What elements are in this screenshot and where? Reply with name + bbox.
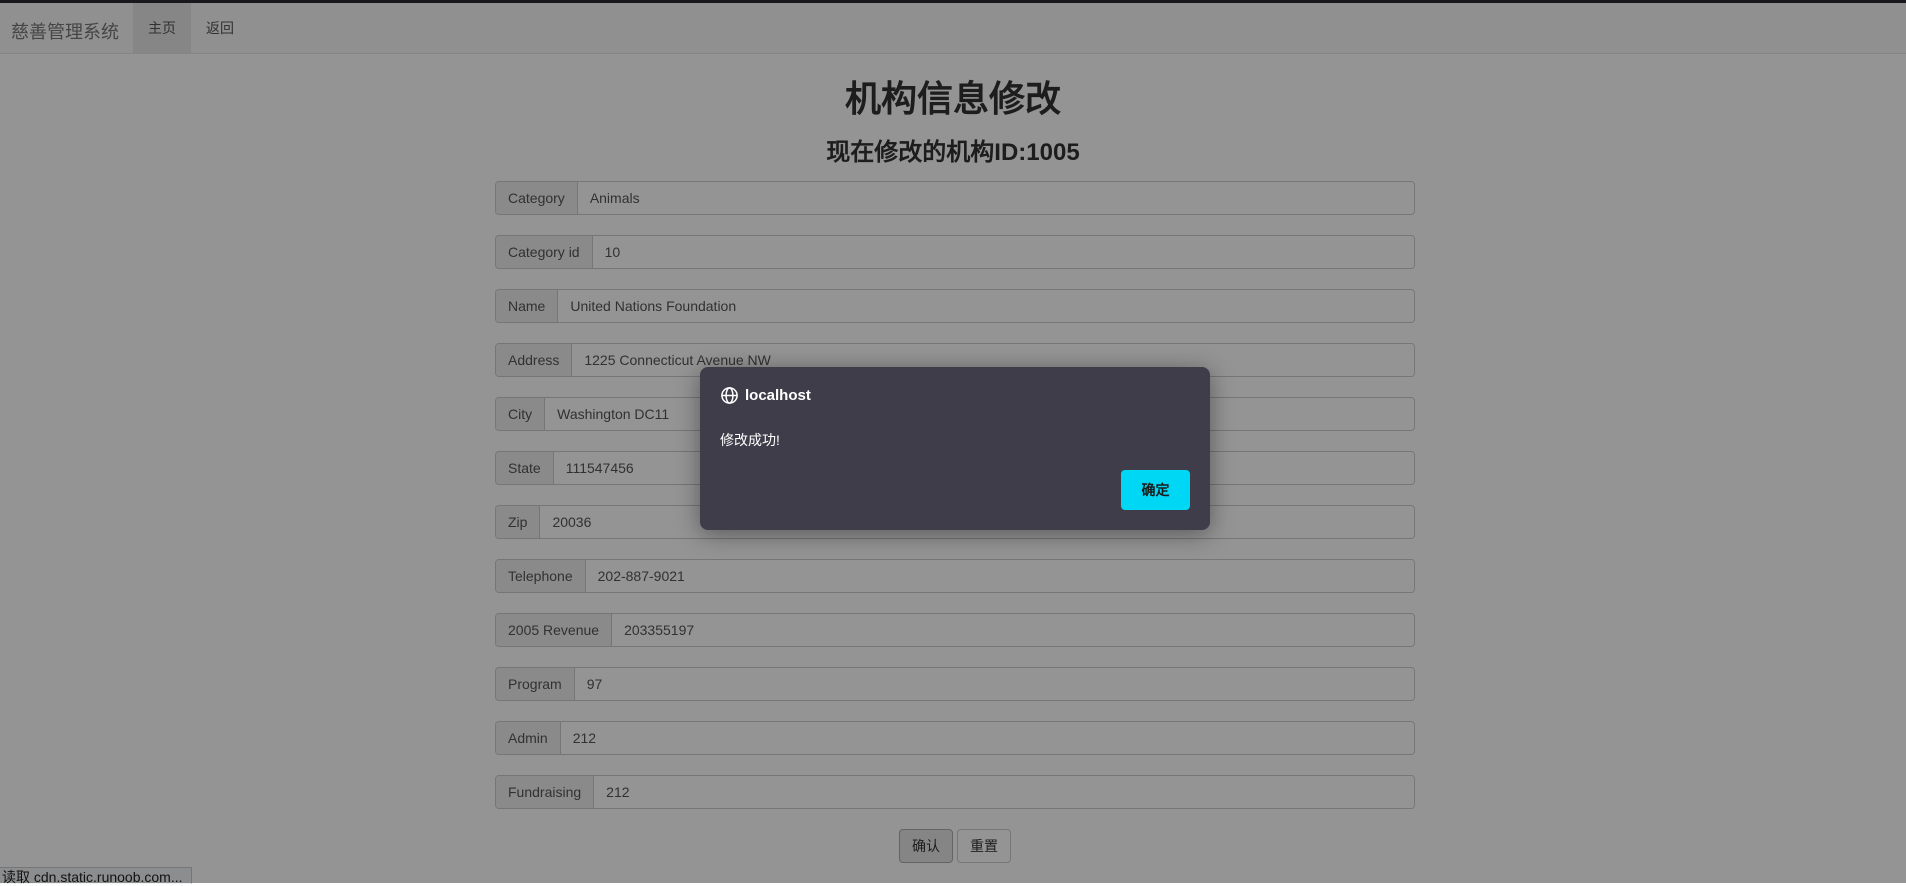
dialog-ok-button[interactable]: 确定: [1121, 470, 1190, 510]
dialog-origin: localhost: [745, 387, 811, 404]
globe-icon: [721, 387, 738, 404]
dialog-message: 修改成功!: [720, 432, 780, 448]
alert-dialog: localhost 修改成功! 确定: [700, 367, 1210, 530]
dialog-title: localhost: [720, 386, 811, 405]
